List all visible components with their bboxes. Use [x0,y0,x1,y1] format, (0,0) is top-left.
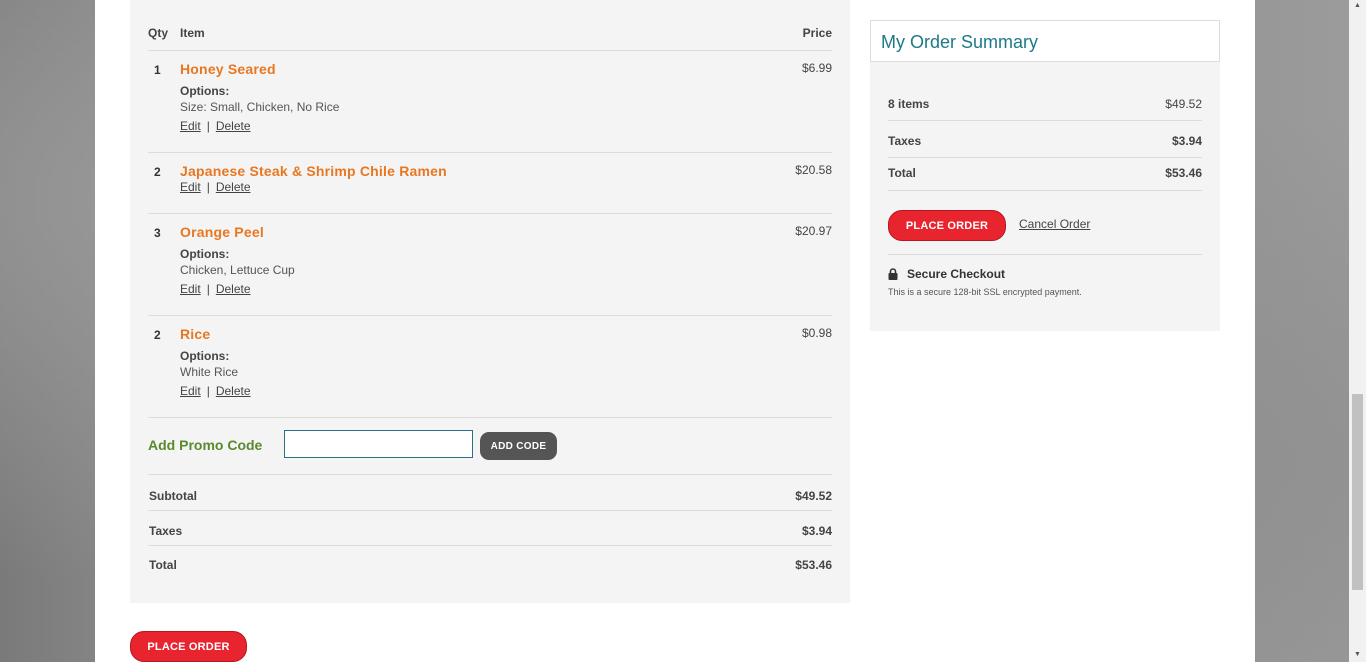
summary-items-value: $49.52 [1165,97,1202,111]
cart-item-row: 2 Rice $0.98 Options: White Rice Edit | De… [148,316,832,418]
cart-item-row: 3 Orange Peel $20.97 Options: Chicken, L… [148,214,832,316]
item-price: $6.99 [801,61,832,75]
options-label: Options: [180,349,230,363]
summary-items-row: 8 items $49.52 [888,84,1202,121]
delete-link[interactable]: Delete [216,282,251,296]
item-actions: Edit | Delete [180,282,251,296]
item-price: $20.58 [795,163,832,177]
cart-item-row: 1 Honey Seared $6.99 Options: Size: Smal… [148,51,832,153]
total-value: $53.46 [795,558,832,572]
item-name[interactable]: Japanese Steak & Shrimp Chile Ramen [180,163,447,179]
secure-checkout-description: This is a secure 128-bit SSL encrypted p… [888,287,1082,297]
header-qty: Qty [148,26,169,40]
subtotal-label: Subtotal [149,489,197,503]
item-qty: 2 [154,165,161,179]
summary-total-row: Total $53.46 [888,157,1202,191]
delete-link[interactable]: Delete [216,384,251,398]
delete-link[interactable]: Delete [216,119,251,133]
total-row: Total $53.46 [148,545,832,579]
item-options: Chicken, Lettuce Cup [180,263,295,277]
cart-table-header: Qty Item Price [148,24,832,51]
item-qty: 2 [154,328,161,342]
cancel-order-link[interactable]: Cancel Order [1019,217,1090,231]
options-label: Options: [180,247,230,261]
taxes-value: $3.94 [801,524,832,538]
scroll-down-icon[interactable]: ▼ [1354,651,1361,658]
add-code-button[interactable]: ADD CODE [480,432,557,460]
header-item: Item [180,26,205,40]
vertical-scrollbar[interactable]: ▲ ▼ [1349,0,1366,662]
place-order-button[interactable]: PLACE ORDER [888,210,1006,241]
order-summary-title: My Order Summary [881,32,1039,52]
item-qty: 3 [154,226,161,240]
summary-taxes-value: $3.94 [1171,134,1202,148]
edit-link[interactable]: Edit [180,384,201,398]
header-price: Price [802,26,832,40]
action-separator: | [206,180,210,194]
action-separator: | [206,282,210,296]
order-summary-header: My Order Summary [870,20,1220,62]
action-separator: | [206,119,210,133]
cart-panel: Qty Item Price 1 Honey Seared $6.99 Opti… [130,0,850,603]
promo-code-input[interactable] [284,430,473,458]
taxes-label: Taxes [149,524,183,538]
item-name[interactable]: Orange Peel [180,224,264,240]
summary-total-label: Total [888,166,916,180]
item-actions: Edit | Delete [180,180,251,194]
lock-icon [888,268,898,280]
scroll-up-icon[interactable]: ▲ [1354,2,1361,9]
summary-taxes-row: Taxes $3.94 [888,121,1202,158]
item-options: White Rice [180,365,239,379]
subtotal-row: Subtotal $49.52 [148,476,832,511]
item-options: Size: Small, Chicken, No Rice [180,100,340,114]
divider [888,254,1202,255]
edit-link[interactable]: Edit [180,180,201,194]
item-name[interactable]: Rice [180,326,210,342]
scrollbar-thumb[interactable] [1352,394,1363,590]
cart-item-row: 2 Japanese Steak & Shrimp Chile Ramen $2… [148,153,832,214]
item-price: $20.97 [795,224,832,238]
secure-checkout-title: Secure Checkout [907,267,1006,281]
summary-items-label: 8 items [888,97,930,111]
summary-taxes-label: Taxes [888,134,922,148]
item-price: $0.98 [801,326,832,340]
total-label: Total [149,558,177,572]
item-name[interactable]: Honey Seared [180,61,276,77]
edit-link[interactable]: Edit [180,119,201,133]
taxes-row: Taxes $3.94 [148,511,832,546]
edit-link[interactable]: Edit [180,282,201,296]
delete-link[interactable]: Delete [216,180,251,194]
item-actions: Edit | Delete [180,119,251,133]
summary-total-value: $53.46 [1165,166,1202,180]
item-actions: Edit | Delete [180,384,251,398]
order-summary-panel: My Order Summary 8 items $49.52 Taxes $3… [870,20,1220,331]
options-label: Options: [180,84,230,98]
subtotal-value: $49.52 [795,489,832,503]
place-order-button[interactable]: PLACE ORDER [130,631,247,662]
item-qty: 1 [154,63,161,77]
promo-code-label: Add Promo Code [148,437,263,453]
action-separator: | [206,384,210,398]
promo-code-section: Add Promo Code ADD CODE [148,418,832,475]
page-content: Qty Item Price 1 Honey Seared $6.99 Opti… [95,0,1255,662]
